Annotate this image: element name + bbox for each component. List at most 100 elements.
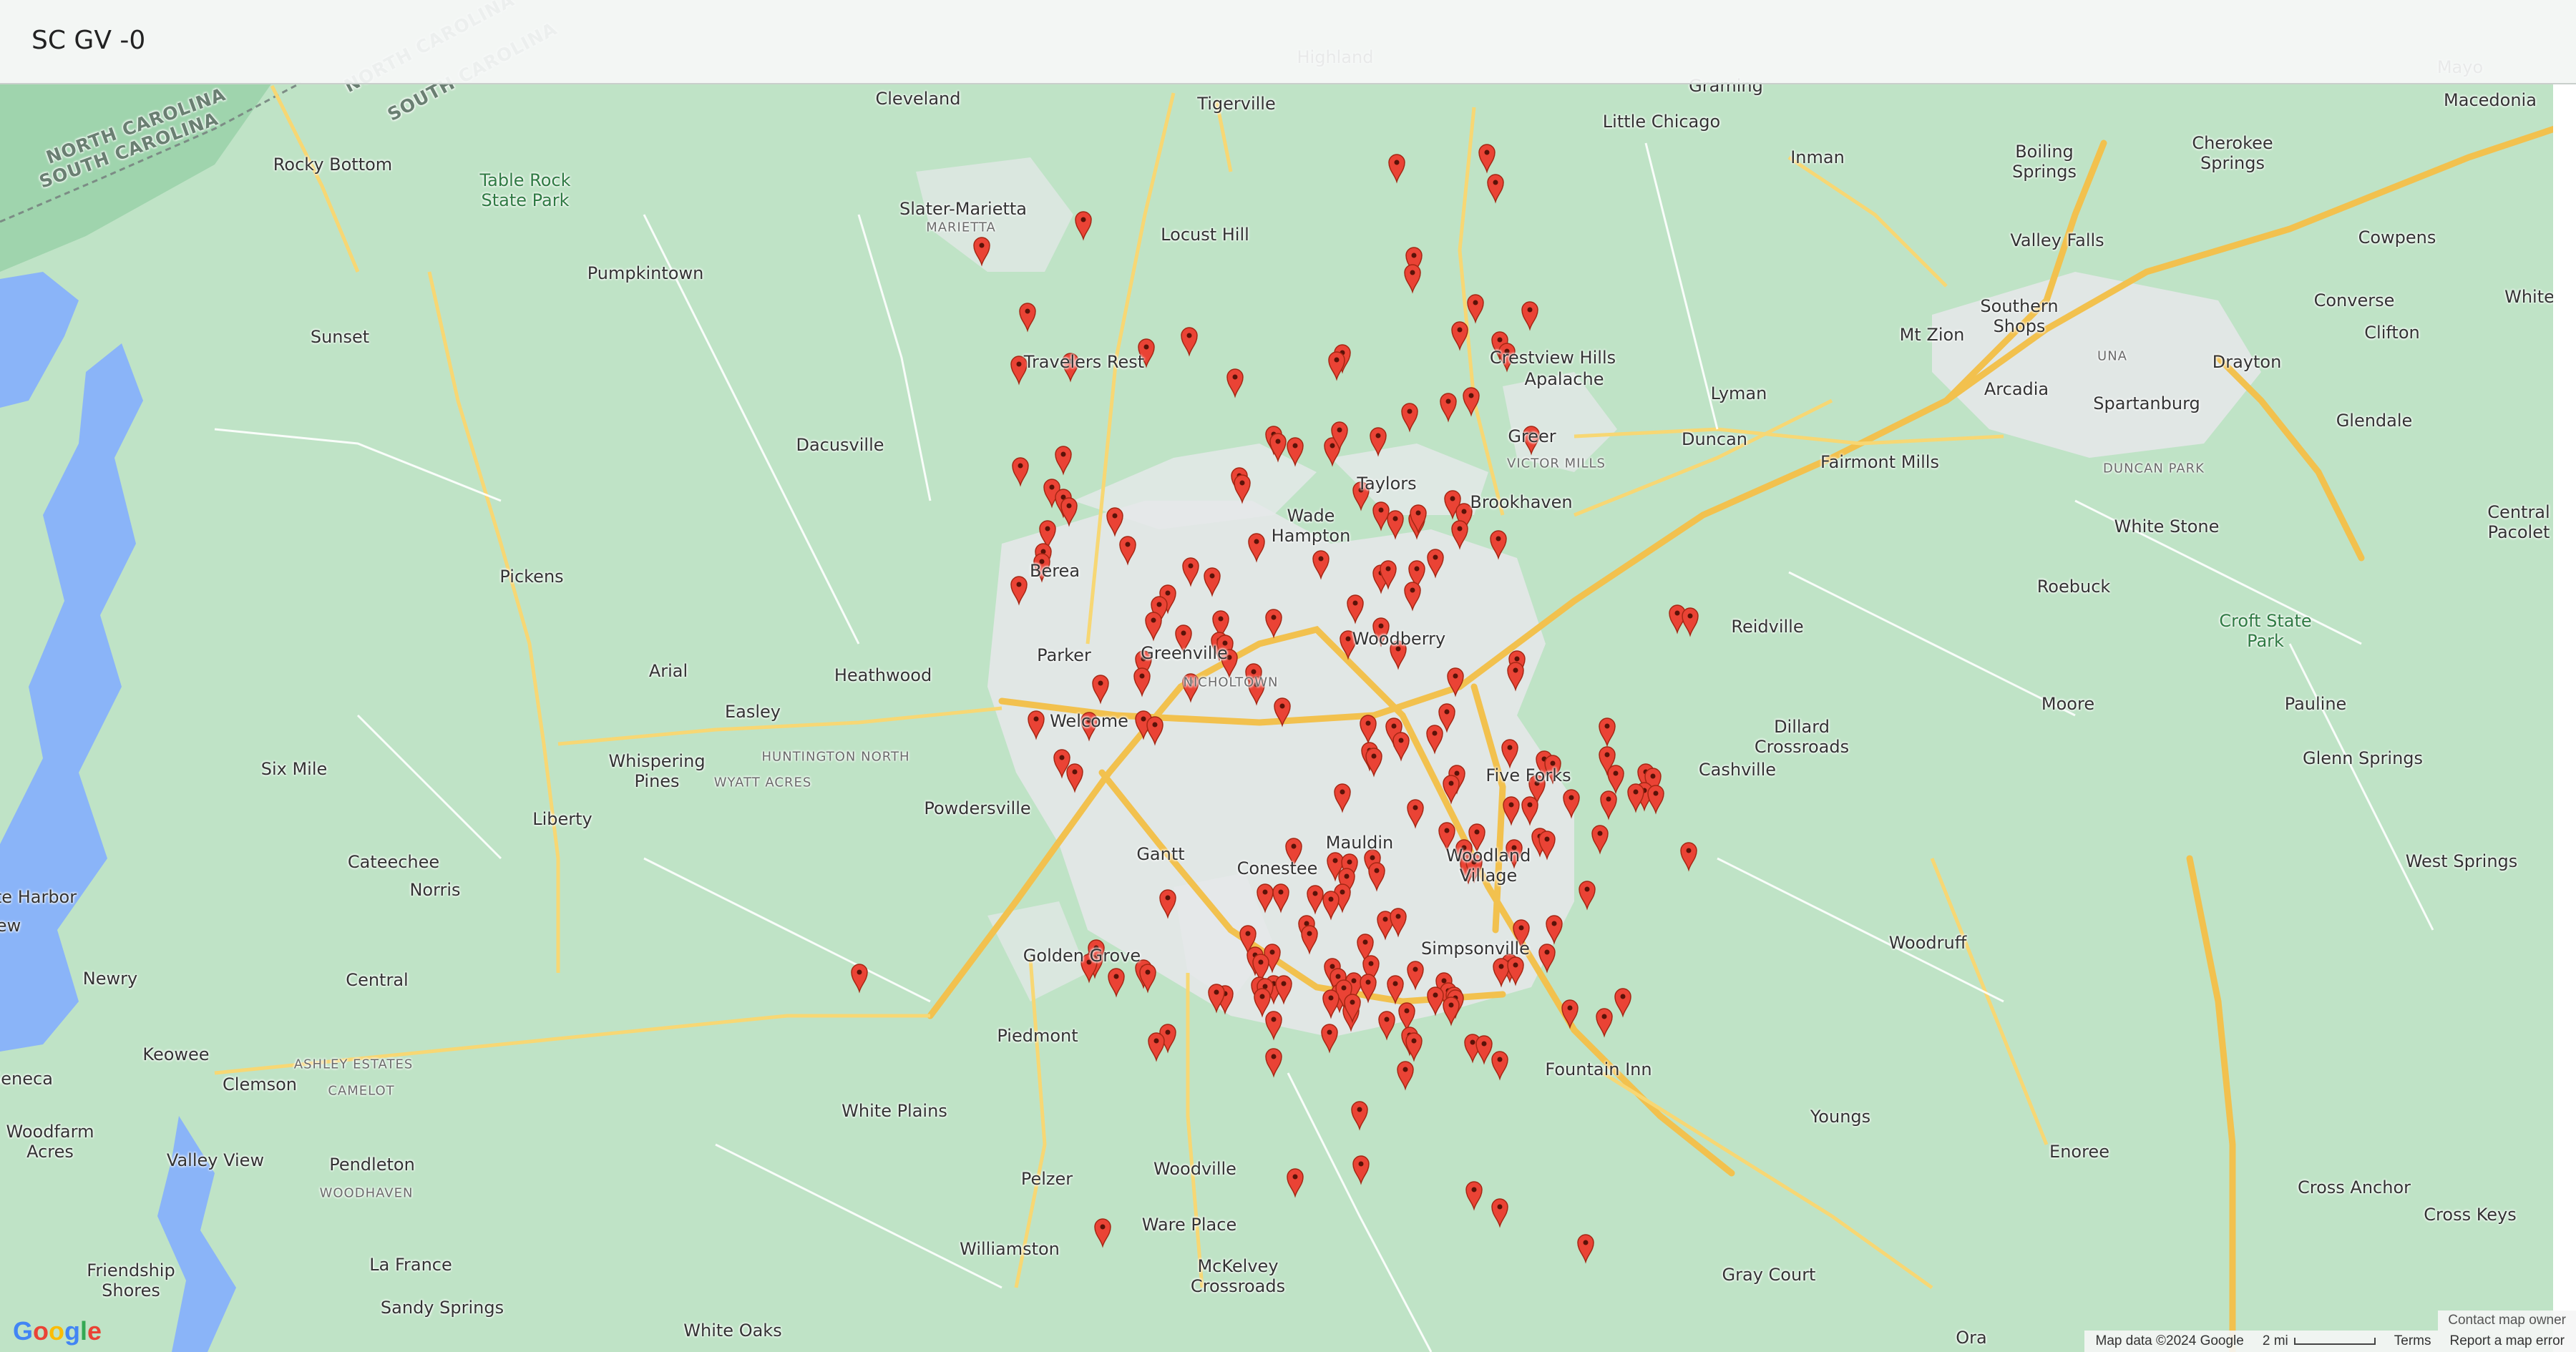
- place-label: White: [2504, 287, 2555, 307]
- place-label: Brookhaven: [1470, 492, 1573, 512]
- place-label: Seneca: [0, 1069, 53, 1089]
- place-label: Crestview Hills: [1489, 348, 1616, 368]
- place-label: Gantt: [1136, 844, 1185, 864]
- place-label: Tigerville: [1197, 94, 1276, 114]
- place-label: Heathwood: [834, 665, 932, 685]
- place-label: Youngs: [1810, 1107, 1871, 1127]
- place-label: Valley Falls: [2010, 230, 2104, 250]
- place-label: Greenville: [1141, 643, 1228, 663]
- scale-label: 2 mi: [2262, 1333, 2288, 1348]
- place-label: Cleveland: [875, 89, 961, 109]
- place-label: Enoree: [2049, 1142, 2109, 1162]
- place-label: Cowpens: [2358, 227, 2436, 248]
- place-label: Williamston: [960, 1239, 1060, 1259]
- place-label: Croft State Park: [2219, 611, 2312, 651]
- place-label: Boiling Springs: [2012, 142, 2077, 182]
- place-label: La France: [369, 1255, 452, 1275]
- map-base: [0, 0, 2576, 1352]
- place-label: NICHOLTOWN: [1183, 675, 1279, 690]
- map-data-credit: Map data ©2024 Google: [2095, 1333, 2244, 1348]
- place-label: Six Mile: [260, 759, 328, 779]
- scale-indicator: 2 mi: [2263, 1333, 2376, 1349]
- place-label: Liberty: [532, 809, 592, 829]
- place-label: Mauldin: [1325, 833, 1394, 853]
- place-label: Woodfarm Acres: [6, 1122, 94, 1162]
- place-label: Glenn Springs: [2302, 748, 2424, 768]
- place-label: Rocky Bottom: [273, 155, 393, 175]
- contact-map-owner-link[interactable]: Contact map owner: [2438, 1311, 2576, 1331]
- place-label: Reidville: [1731, 617, 1804, 637]
- place-label: West Springs: [2405, 851, 2518, 871]
- place-label: Keowee: [142, 1044, 210, 1064]
- place-label: te Harbor: [0, 887, 77, 907]
- place-label: Newry: [82, 969, 138, 989]
- place-label: Gray Court: [1722, 1265, 1816, 1285]
- place-label: Sunset: [310, 327, 370, 347]
- place-label: Travelers Rest: [1023, 352, 1145, 372]
- place-label: ASHLEY ESTATES: [293, 1057, 414, 1072]
- place-label: Slater-Marietta: [899, 199, 1028, 219]
- terms-link[interactable]: Terms: [2394, 1333, 2431, 1349]
- place-label: Friendship Shores: [87, 1260, 175, 1300]
- place-label: Arial: [648, 661, 688, 681]
- place-label: Five Forks: [1485, 765, 1571, 785]
- place-label: White Oaks: [683, 1321, 782, 1341]
- place-label: McKelvey Crossroads: [1190, 1256, 1286, 1296]
- place-label: Central: [346, 970, 409, 990]
- place-label: Golden Grove: [1023, 946, 1141, 966]
- place-label: Easley: [724, 702, 781, 722]
- place-label: Sandy Springs: [380, 1298, 504, 1318]
- map-edge: [2553, 83, 2576, 1352]
- map-canvas[interactable]: Cleveland Tigerville Little Chicago Inman Bo…: [0, 0, 2576, 1352]
- place-label: Arcadia: [1984, 379, 2049, 399]
- report-map-error-link[interactable]: Report a map error: [2449, 1333, 2565, 1349]
- place-label: White Stone: [2114, 516, 2220, 537]
- place-label: Cateechee: [347, 852, 440, 872]
- place-label: Whispering Pines: [608, 751, 706, 791]
- place-label: Woodruff: [1888, 933, 1967, 953]
- place-label: Inman: [1790, 147, 1845, 167]
- place-label: White Plains: [841, 1101, 947, 1121]
- place-label: Pelzer: [1020, 1169, 1073, 1189]
- place-label: UNA: [2097, 348, 2127, 364]
- place-label: Ware Place: [1141, 1215, 1237, 1235]
- place-label: Pauline: [2284, 694, 2347, 714]
- place-label: ew: [0, 916, 21, 936]
- place-label: Cherokee Springs: [2192, 133, 2273, 173]
- place-label: Macedonia: [2444, 90, 2537, 110]
- place-label: Wade Hampton: [1271, 506, 1351, 546]
- google-logo: Google: [13, 1316, 102, 1346]
- place-label: Berea: [1029, 561, 1080, 581]
- map-title: SC GV -0: [31, 26, 146, 55]
- place-label: Duncan: [1681, 429, 1748, 449]
- place-label: Moore: [2041, 694, 2095, 714]
- scale-bar: [2293, 1337, 2376, 1345]
- place-label: Woodberry: [1352, 629, 1446, 649]
- place-label: Taylors: [1357, 474, 1417, 494]
- place-label: VICTOR MILLS: [1507, 456, 1606, 471]
- place-label: Cashville: [1698, 760, 1777, 780]
- place-label: Cross Keys: [2424, 1205, 2517, 1225]
- place-label: Greer: [1508, 426, 1556, 446]
- place-label: Clemson: [223, 1074, 297, 1094]
- place-label: Mt Zion: [1899, 325, 1965, 345]
- place-label: WOODHAVEN: [319, 1185, 414, 1201]
- place-label: Southern Shops: [1980, 296, 2059, 336]
- place-label: Dillard Crossroads: [1754, 717, 1850, 757]
- place-label: Welcome: [1050, 711, 1128, 731]
- place-label: Locust Hill: [1161, 225, 1249, 245]
- place-label: Norris: [409, 880, 461, 900]
- place-label: Converse: [2313, 290, 2395, 310]
- place-label: Woodville: [1153, 1159, 1236, 1179]
- place-label: WYATT ACRES: [713, 775, 812, 790]
- title-bar: SC GV -0: [0, 0, 2576, 84]
- place-label: Piedmont: [997, 1026, 1078, 1046]
- place-label: Woodland Village: [1445, 846, 1531, 886]
- place-label: Conestee: [1236, 858, 1318, 878]
- place-label: Drayton: [2212, 352, 2282, 372]
- place-label: Pumpkintown: [587, 263, 704, 283]
- place-label: Powdersville: [924, 798, 1031, 818]
- place-label: Fountain Inn: [1545, 1059, 1652, 1079]
- place-label: Little Chicago: [1602, 112, 1721, 132]
- place-label: Lyman: [1710, 383, 1767, 403]
